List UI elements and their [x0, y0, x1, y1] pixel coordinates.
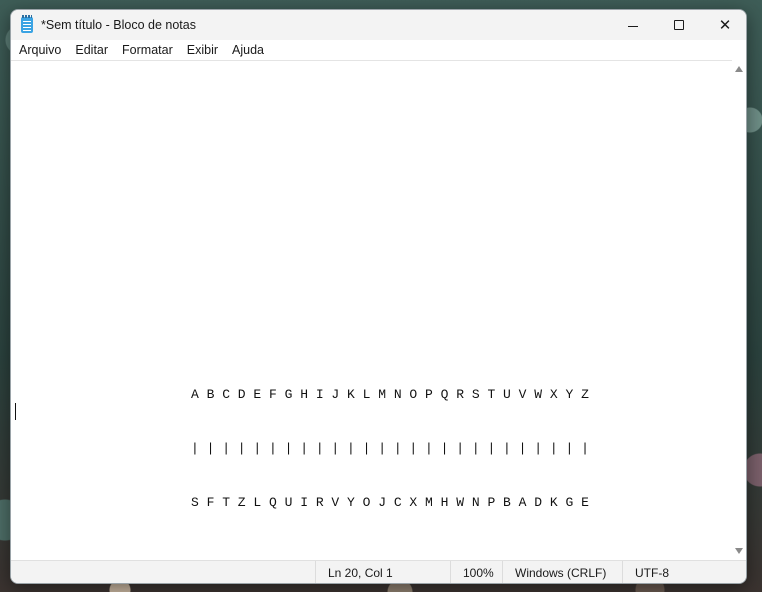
minimize-icon: [628, 25, 638, 27]
editor-line-separators: | | | | | | | | | | | | | | | | | | | | …: [191, 441, 589, 456]
status-encoding: UTF-8: [622, 561, 732, 583]
menu-exibir[interactable]: Exibir: [180, 43, 225, 57]
notepad-icon: [21, 15, 33, 33]
editor-line-substitution: S F T Z L Q U I R V Y O J C X M H W N P …: [191, 495, 589, 510]
menu-ajuda[interactable]: Ajuda: [225, 43, 271, 57]
menu-bar: Arquivo Editar Formatar Exibir Ajuda: [11, 40, 746, 60]
status-line-endings: Windows (CRLF): [502, 561, 622, 583]
editor-line-alphabet: A B C D E F G H I J K L M N O P Q R S T …: [191, 387, 589, 402]
text-caret: [15, 403, 16, 420]
scroll-up-icon[interactable]: [735, 66, 743, 72]
status-zoom: 100%: [450, 561, 502, 583]
vertical-scrollbar[interactable]: [732, 60, 746, 560]
title-bar[interactable]: *Sem título - Bloco de notas ✕: [11, 10, 746, 40]
scroll-down-icon[interactable]: [735, 548, 743, 554]
menu-formatar[interactable]: Formatar: [115, 43, 180, 57]
close-button[interactable]: ✕: [702, 10, 746, 40]
status-cursor-position: Ln 20, Col 1: [315, 561, 450, 583]
maximize-icon: [674, 20, 684, 30]
menu-arquivo[interactable]: Arquivo: [11, 43, 68, 57]
maximize-button[interactable]: [656, 10, 702, 40]
status-bar: Ln 20, Col 1 100% Windows (CRLF) UTF-8: [11, 560, 746, 583]
window-title: *Sem título - Bloco de notas: [41, 18, 196, 32]
editor-content: A B C D E F G H I J K L M N O P Q R S T …: [191, 350, 589, 548]
close-icon: ✕: [718, 15, 732, 34]
minimize-button[interactable]: [610, 10, 656, 40]
notepad-window: *Sem título - Bloco de notas ✕ Arquivo E…: [10, 9, 747, 584]
text-editor-area[interactable]: A B C D E F G H I J K L M N O P Q R S T …: [11, 60, 732, 560]
menu-editar[interactable]: Editar: [68, 43, 115, 57]
